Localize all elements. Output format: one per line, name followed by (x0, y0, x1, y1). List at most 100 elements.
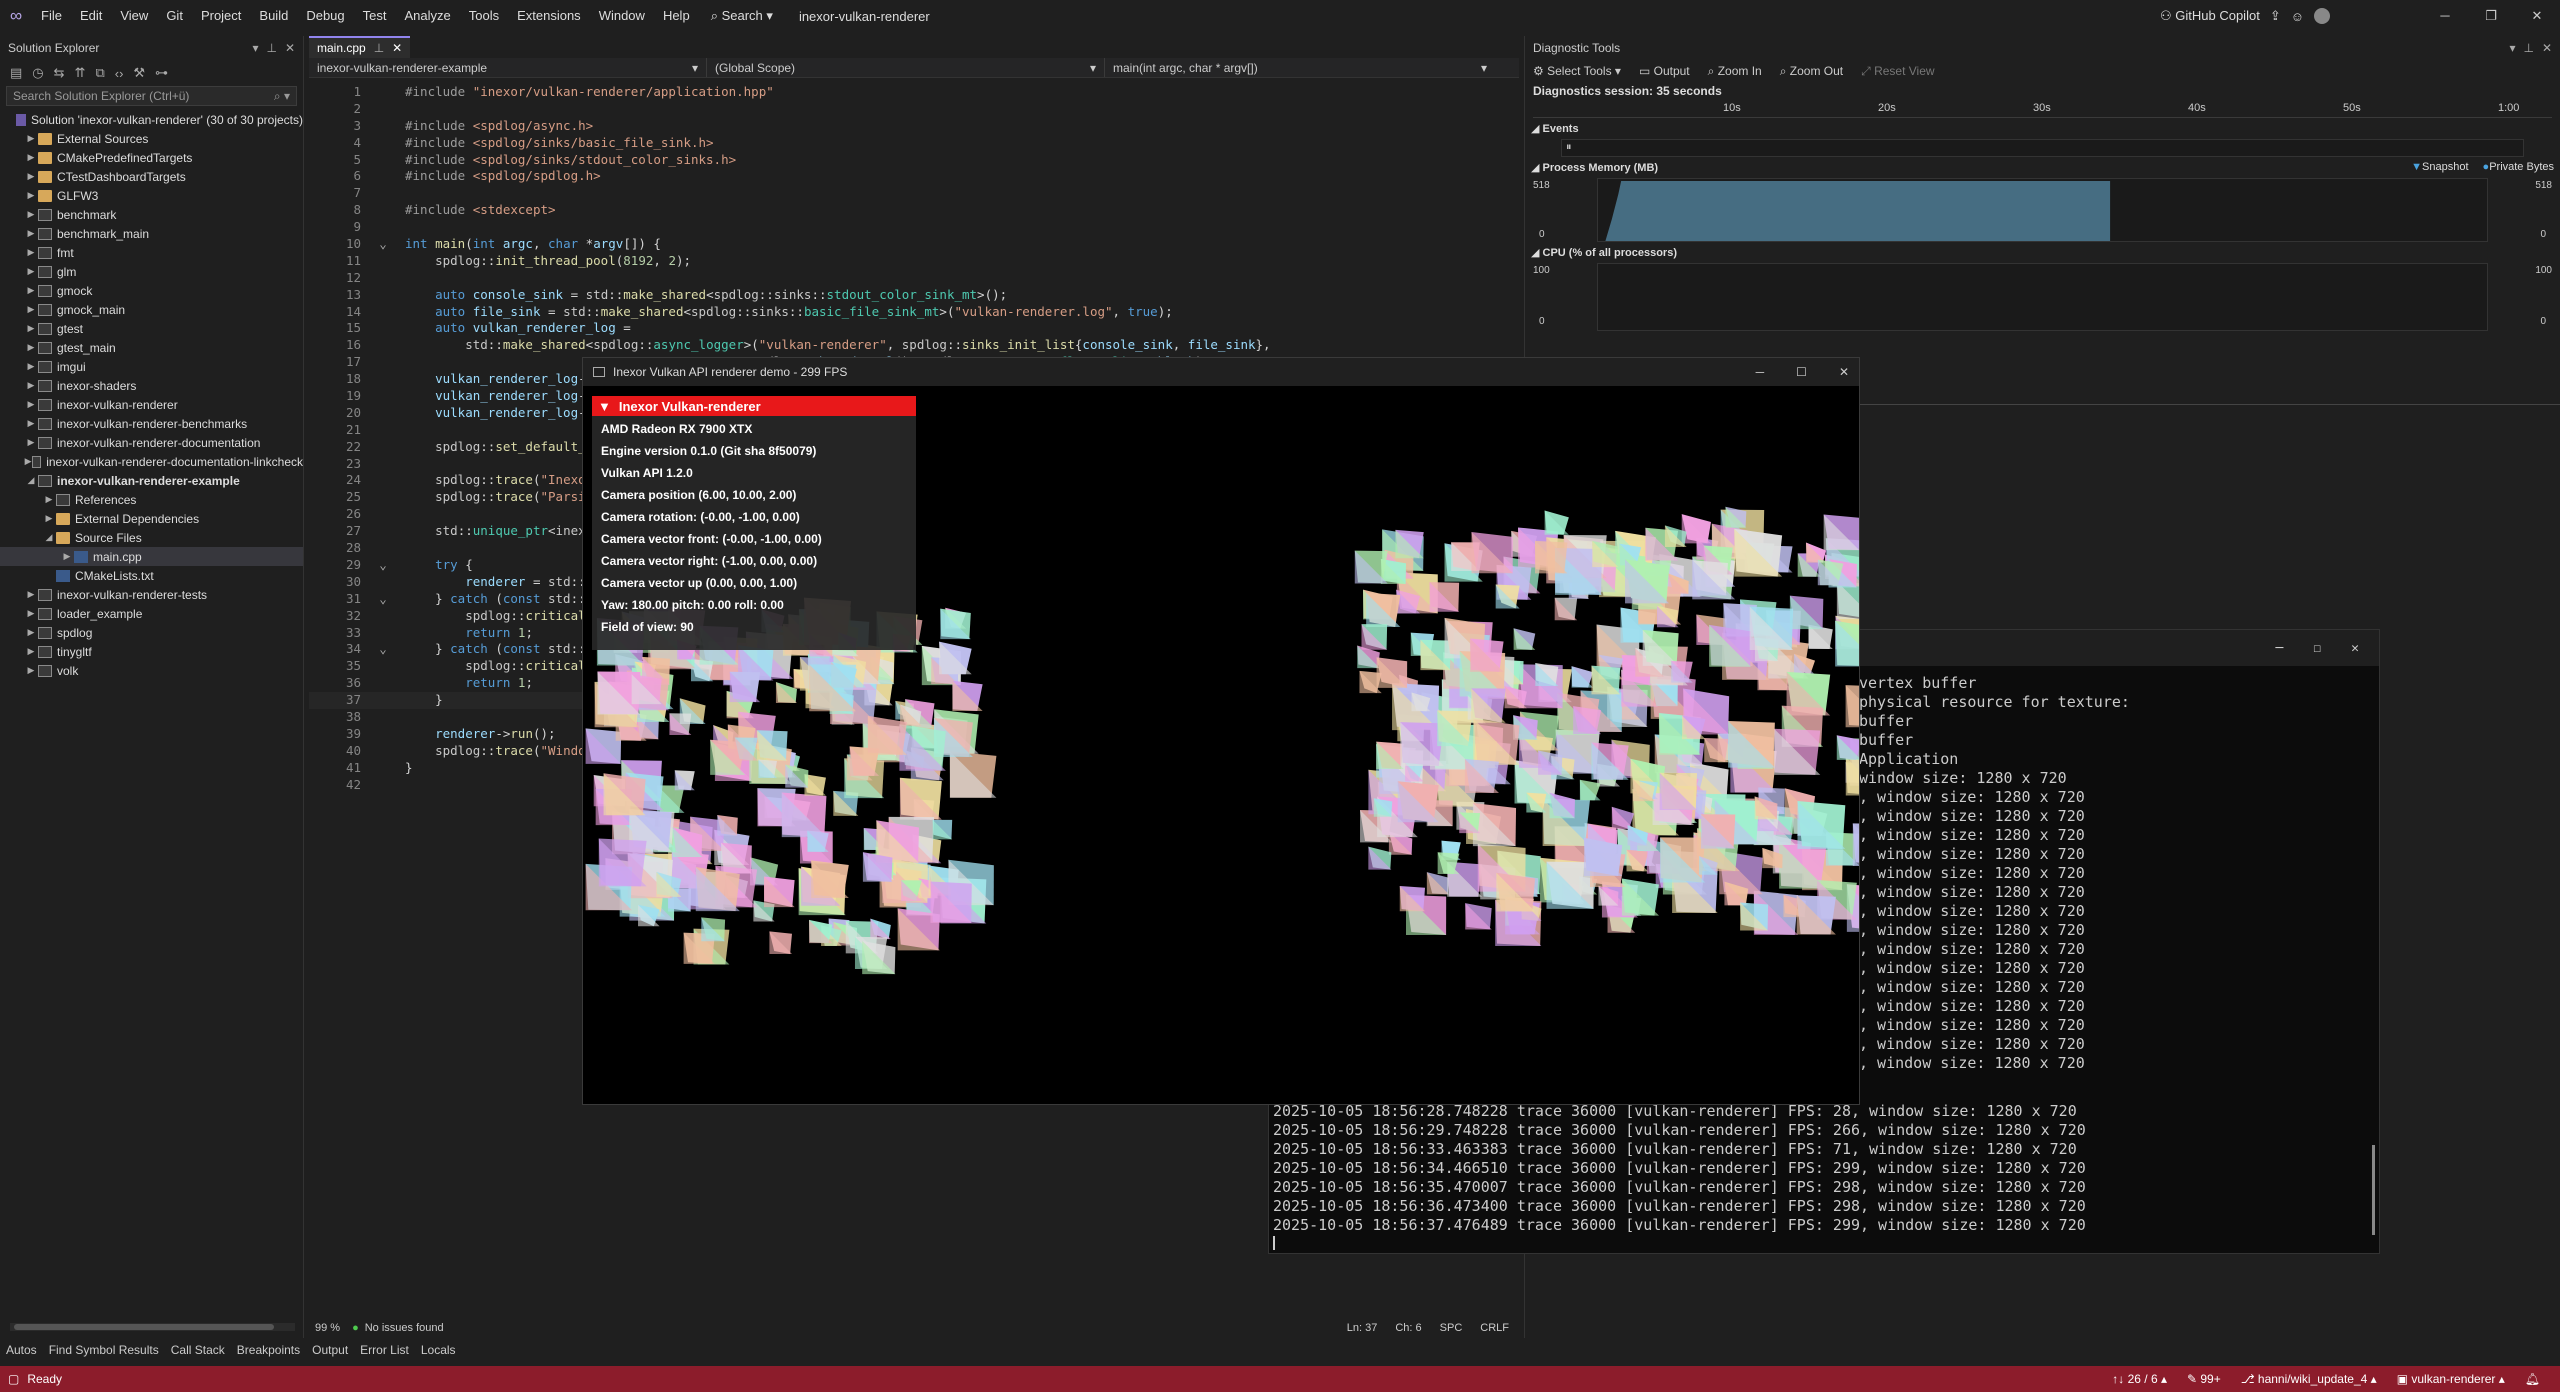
fold-icon[interactable] (361, 675, 405, 692)
member-dropdown[interactable]: main(int argc, char * argv[]) ▾ (1105, 58, 1495, 77)
memory-section[interactable]: ◢ Process Memory (MB) ▼Snapshot ●Private… (1525, 157, 2560, 178)
overlay-header[interactable]: ▼ Inexor Vulkan-renderer (592, 396, 916, 416)
fold-icon[interactable] (361, 506, 405, 523)
expand-icon[interactable]: ▶ (24, 342, 38, 353)
tree-item[interactable]: ▶ loader_example (0, 604, 303, 623)
expand-icon[interactable]: ▶ (24, 418, 38, 429)
fold-icon[interactable] (361, 574, 405, 591)
tree-item[interactable]: ▶ tinygltf (0, 642, 303, 661)
close-icon[interactable]: ✕ (2514, 0, 2560, 32)
close-icon[interactable]: ✕ (285, 41, 295, 55)
expand-icon[interactable]: ▶ (24, 627, 38, 638)
expand-icon[interactable]: ▶ (24, 285, 38, 296)
menu-item-test[interactable]: Test (354, 0, 396, 32)
fold-icon[interactable]: ⌄ (361, 641, 405, 658)
expand-icon[interactable]: ▶ (24, 380, 38, 391)
expand-icon[interactable]: ▶ (24, 665, 38, 676)
fold-icon[interactable] (361, 489, 405, 506)
bottom-tab-locals[interactable]: Locals (415, 1343, 462, 1357)
menu-item-extensions[interactable]: Extensions (508, 0, 590, 32)
solution-search-input[interactable]: Search Solution Explorer (Ctrl+ü) ⌕ ▾ (6, 86, 297, 106)
show-all-icon[interactable]: ⧉ (95, 65, 104, 81)
history-icon[interactable]: ◷ (32, 65, 43, 81)
properties-icon[interactable]: ⚒ (133, 65, 145, 81)
tree-item[interactable]: ▶ gmock_main (0, 300, 303, 319)
code-line[interactable]: 7 (309, 185, 1499, 202)
close-icon[interactable]: ✕ (1839, 365, 1849, 379)
events-track[interactable]: ⏸ (1561, 139, 2524, 157)
fold-icon[interactable] (361, 101, 405, 118)
expand-icon[interactable]: ▶ (24, 228, 38, 239)
tree-item[interactable]: ▶ GLFW3 (0, 186, 303, 205)
menu-item-window[interactable]: Window (590, 0, 654, 32)
fold-icon[interactable] (361, 692, 405, 709)
tree-item[interactable]: ▶ External Sources (0, 129, 303, 148)
tree-item[interactable]: ▶ CTestDashboardTargets (0, 167, 303, 186)
tree-item[interactable]: ▶ benchmark (0, 205, 303, 224)
project-dropdown[interactable]: inexor-vulkan-renderer-example ▾ (309, 58, 707, 77)
fold-icon[interactable] (361, 743, 405, 760)
minimize-icon[interactable]: ─ (1756, 365, 1765, 379)
git-changes[interactable]: ✎ 99+ (2187, 1372, 2221, 1386)
fold-icon[interactable] (361, 219, 405, 236)
code-line[interactable]: 2 (309, 101, 1499, 118)
bottom-tab-call-stack[interactable]: Call Stack (165, 1343, 231, 1357)
scrollbar-thumb[interactable] (14, 1324, 274, 1330)
restore-icon[interactable]: ❐ (2468, 0, 2514, 32)
fold-icon[interactable] (361, 709, 405, 726)
diag-tool-1[interactable]: ▭ Output (1639, 64, 1690, 78)
branch-selector[interactable]: ⎇ hanni/wiki_update_4 ▴ (2241, 1372, 2377, 1386)
fold-icon[interactable] (361, 270, 405, 287)
issues-status[interactable]: No issues found (365, 1322, 444, 1334)
menu-item-debug[interactable]: Debug (297, 0, 353, 32)
pin-icon[interactable]: ⊥ (2523, 41, 2533, 55)
back-icon[interactable]: ⇆ (54, 65, 65, 81)
tree-item[interactable]: ▶ glm (0, 262, 303, 281)
expand-icon[interactable]: ▶ (24, 247, 38, 258)
tree-item[interactable]: CMakeLists.txt (0, 566, 303, 585)
fold-icon[interactable] (361, 422, 405, 439)
timeline-ruler[interactable]: 10s 20s 30s 40s 50s 1:00 (1533, 100, 2552, 118)
bottom-tab-error-list[interactable]: Error List (354, 1343, 415, 1357)
tree-item[interactable]: ▶ fmt (0, 243, 303, 262)
copilot-button[interactable]: ⚇ GitHub Copilot (2160, 8, 2260, 24)
fold-icon[interactable] (361, 168, 405, 185)
dropdown-icon[interactable]: ▾ (2509, 41, 2515, 55)
expand-icon[interactable]: ▶ (24, 646, 38, 657)
expand-icon[interactable]: ▶ (42, 494, 56, 505)
fold-icon[interactable] (361, 304, 405, 321)
code-line[interactable]: 14 auto file_sink = std::make_shared<spd… (309, 304, 1499, 321)
minimize-icon[interactable]: ─ (2422, 0, 2468, 32)
tree-item[interactable]: ▶ gmock (0, 281, 303, 300)
share-icon[interactable]: ⇪ (2270, 8, 2281, 24)
tree-item[interactable]: Solution 'inexor-vulkan-renderer' (30 of… (0, 110, 303, 129)
close-tab-icon[interactable]: ✕ (392, 41, 402, 55)
expand-icon[interactable]: ▶ (24, 209, 38, 220)
fold-icon[interactable] (361, 253, 405, 270)
menu-item-file[interactable]: File (32, 0, 71, 32)
tree-item[interactable]: ▶ External Dependencies (0, 509, 303, 528)
bottom-tab-breakpoints[interactable]: Breakpoints (231, 1343, 306, 1357)
expand-icon[interactable]: ◢ (42, 532, 56, 543)
avatar[interactable] (2314, 8, 2330, 24)
pin-icon[interactable]: ⊥ (266, 41, 276, 55)
menu-item-analyze[interactable]: Analyze (395, 0, 459, 32)
expand-icon[interactable]: ▶ (24, 171, 38, 182)
tree-item[interactable]: ▶ gtest_main (0, 338, 303, 357)
code-line[interactable]: 3 #include <spdlog/async.h> (309, 118, 1499, 135)
tree-item[interactable]: ◢ Source Files (0, 528, 303, 547)
code-line[interactable]: 6 #include <spdlog/spdlog.h> (309, 168, 1499, 185)
fold-icon[interactable]: ⌄ (361, 591, 405, 608)
tree-item[interactable]: ▶ inexor-vulkan-renderer-documentation (0, 433, 303, 452)
tree-item[interactable]: ▶ inexor-shaders (0, 376, 303, 395)
notifications-icon[interactable]: 🔔︎ (2525, 1372, 2540, 1386)
console-scrollbar-thumb[interactable] (2372, 1145, 2375, 1235)
fold-icon[interactable] (361, 658, 405, 675)
events-section[interactable]: ◢ Events (1525, 118, 2560, 139)
fold-icon[interactable] (361, 185, 405, 202)
bottom-tab-find-symbol-results[interactable]: Find Symbol Results (43, 1343, 165, 1357)
collapse-all-icon[interactable]: ⇈ (75, 65, 86, 81)
fold-icon[interactable] (361, 726, 405, 743)
bottom-tab-autos[interactable]: Autos (0, 1343, 43, 1357)
fold-icon[interactable] (361, 354, 405, 371)
